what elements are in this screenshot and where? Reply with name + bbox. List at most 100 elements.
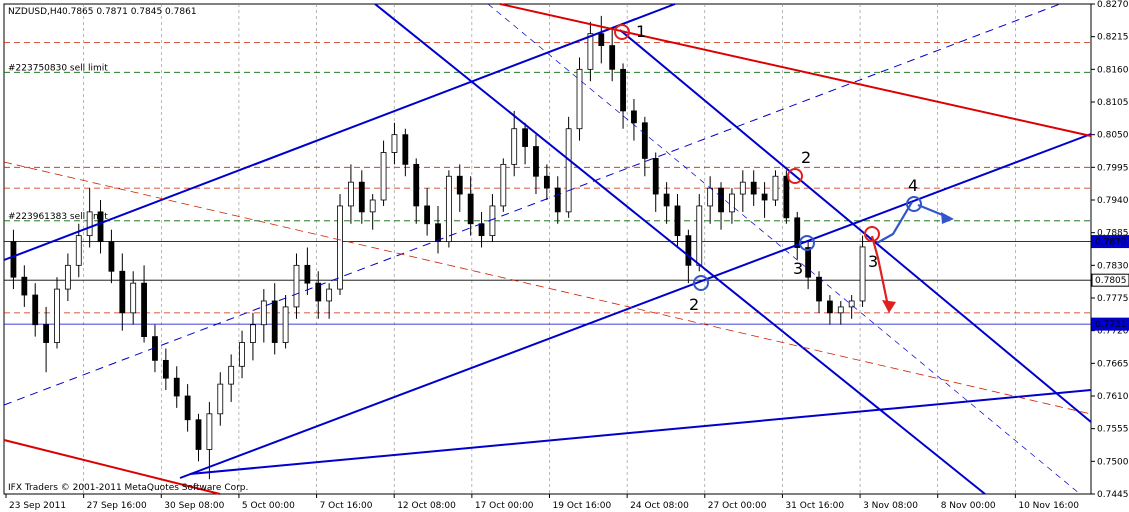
candle-body bbox=[141, 282, 147, 338]
candle-body bbox=[739, 181, 746, 195]
candle-body bbox=[707, 187, 714, 207]
candle-body bbox=[217, 383, 224, 415]
x-tick-label: 31 Oct 16:00 bbox=[785, 501, 844, 511]
candle-body bbox=[10, 241, 17, 278]
candle-body bbox=[445, 175, 452, 242]
point-label: 3 bbox=[793, 259, 803, 278]
candle-body bbox=[576, 68, 583, 130]
y-tick-label: 0.7830 bbox=[1097, 261, 1129, 271]
candle-body bbox=[837, 306, 844, 314]
x-tick-label: 8 Nov 00:00 bbox=[941, 501, 996, 511]
candle-body bbox=[718, 187, 724, 213]
y-tick-label: 0.7445 bbox=[1097, 490, 1129, 500]
candle-body bbox=[75, 235, 82, 266]
candle-body bbox=[250, 324, 256, 343]
candle-body bbox=[424, 205, 431, 225]
candle-body bbox=[184, 395, 191, 421]
candle-body bbox=[511, 128, 518, 165]
y-tick-label: 0.7665 bbox=[1097, 359, 1129, 369]
plot-area bbox=[3, 3, 1092, 495]
point-label: 2 bbox=[801, 148, 811, 167]
candle-body bbox=[783, 175, 790, 219]
y-tick-label: 0.8105 bbox=[1097, 98, 1129, 108]
candle-body bbox=[43, 324, 50, 343]
candle-body bbox=[32, 294, 39, 326]
candle-body bbox=[130, 282, 137, 314]
candle-body bbox=[391, 134, 398, 153]
point-label: 1 bbox=[636, 22, 646, 41]
candle-body bbox=[598, 33, 605, 46]
candle-body bbox=[271, 300, 278, 343]
candle-body bbox=[64, 264, 71, 290]
candle-body bbox=[761, 193, 768, 201]
candle-body bbox=[522, 128, 528, 147]
candle-body bbox=[620, 68, 626, 112]
candle-body bbox=[206, 413, 213, 450]
candle-body bbox=[173, 377, 180, 397]
candle-body bbox=[478, 223, 485, 237]
y-tick-label: 0.8215 bbox=[1097, 33, 1129, 43]
candle-body bbox=[239, 342, 245, 367]
x-tick-label: 19 Oct 16:00 bbox=[553, 501, 612, 511]
candle-body bbox=[554, 187, 561, 213]
candle-body bbox=[587, 33, 594, 70]
candle-body bbox=[380, 152, 387, 201]
x-tick-label: 24 Oct 08:00 bbox=[630, 501, 689, 511]
candle-body bbox=[467, 193, 474, 225]
y-tick-label: 0.7995 bbox=[1097, 163, 1129, 173]
price-label: 0.7870 bbox=[1095, 238, 1127, 248]
candle-body bbox=[228, 365, 235, 385]
y-tick-label: 0.7500 bbox=[1097, 457, 1129, 467]
candle-body bbox=[663, 193, 670, 207]
y-tick-label: 0.7940 bbox=[1097, 196, 1129, 206]
candle-body bbox=[119, 270, 126, 314]
point-label: 4 bbox=[908, 176, 918, 195]
candle-body bbox=[435, 223, 441, 242]
candle-body bbox=[500, 163, 507, 207]
candle-body bbox=[750, 181, 757, 195]
y-tick-label: 0.7775 bbox=[1097, 294, 1129, 304]
point-label: 2 bbox=[689, 295, 699, 314]
candle-body bbox=[293, 264, 300, 308]
candle-body bbox=[805, 247, 812, 278]
x-tick-label: 5 Oct 00:00 bbox=[242, 501, 295, 511]
candle-body bbox=[21, 276, 28, 296]
candle-body bbox=[685, 235, 692, 266]
x-tick-label: 17 Oct 00:00 bbox=[475, 501, 534, 511]
candle-body bbox=[652, 158, 659, 195]
y-tick-label: 0.7555 bbox=[1097, 425, 1129, 435]
price-label: 0.7731 bbox=[1095, 320, 1127, 330]
candle-body bbox=[794, 217, 801, 248]
x-tick-label: 7 Oct 16:00 bbox=[320, 501, 373, 511]
candle-body bbox=[489, 205, 496, 237]
candle-body bbox=[816, 276, 822, 302]
x-tick-label: 27 Oct 00:00 bbox=[708, 501, 767, 511]
candle-body bbox=[631, 110, 637, 124]
candle-body bbox=[772, 175, 779, 201]
candle-body bbox=[348, 181, 354, 207]
candle-body bbox=[282, 306, 289, 343]
chart-window: 23 Sep 2011 27 Sep 16:00 30 Sep 08:00 5 Oct… bbox=[0, 0, 1129, 512]
candle-body bbox=[413, 163, 420, 207]
chart-quotes: 0.7865 0.7871 0.7845 0.7861 bbox=[62, 7, 197, 17]
candle-body bbox=[674, 205, 681, 237]
price-chart: 23 Sep 2011 27 Sep 16:00 30 Sep 08:00 5 Oct… bbox=[3, 0, 1129, 511]
candle-body bbox=[162, 359, 169, 379]
candle-body bbox=[326, 288, 333, 302]
x-tick-label: 23 Sep 2011 bbox=[9, 501, 66, 511]
candle-body bbox=[543, 175, 550, 189]
y-tick-label: 0.7610 bbox=[1097, 392, 1129, 402]
candle-body bbox=[609, 45, 616, 70]
candle-body bbox=[729, 193, 735, 213]
candle-body bbox=[337, 205, 343, 290]
x-tick-label: 27 Sep 16:00 bbox=[87, 501, 147, 511]
order-label: #223961383 sell limit bbox=[8, 212, 108, 222]
copyright-text: IFX Traders © 2001-2011 MetaQuotes Softw… bbox=[8, 483, 248, 493]
order-label: #223750830 sell limit bbox=[8, 63, 108, 73]
candle-body bbox=[402, 134, 409, 165]
candle-body bbox=[260, 300, 267, 326]
x-tick-label: 12 Oct 08:00 bbox=[397, 501, 456, 511]
candle-body bbox=[859, 246, 866, 302]
candle-body bbox=[358, 181, 365, 213]
candle-body bbox=[533, 146, 539, 177]
